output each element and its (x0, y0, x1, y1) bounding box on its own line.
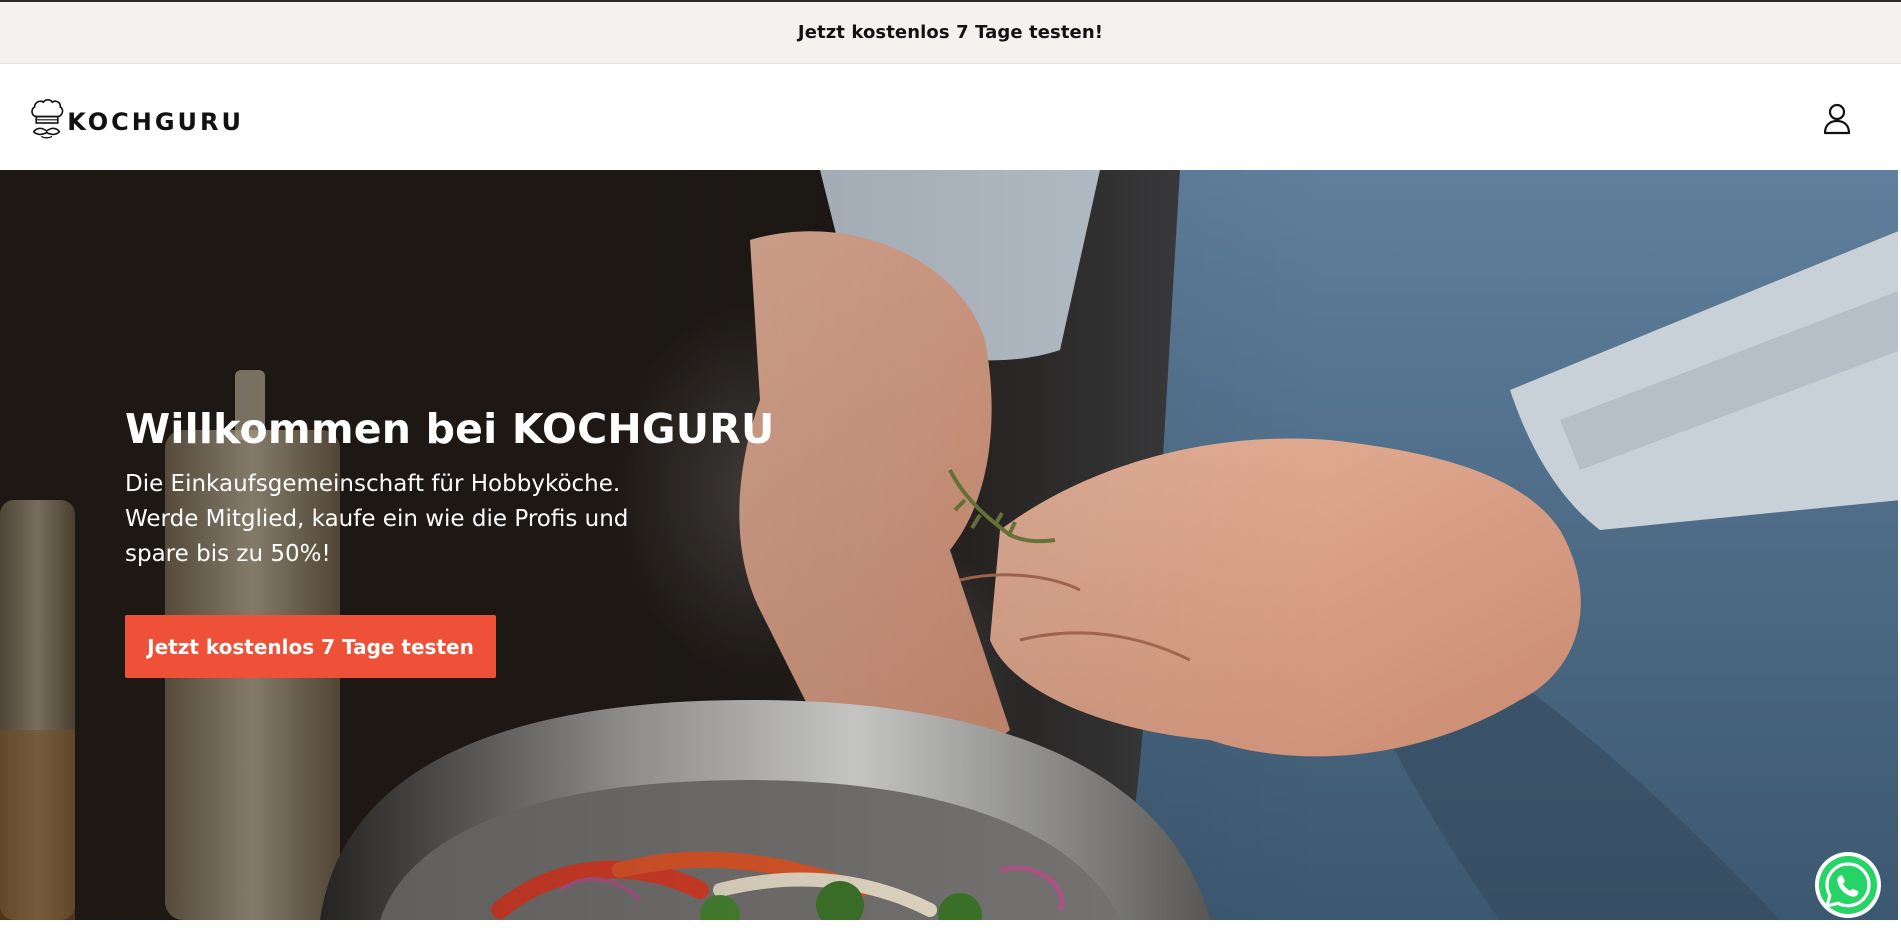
hero-title: Willkommen bei KOCHGURU (125, 405, 775, 453)
chef-hat-logo-icon (31, 98, 64, 139)
hero-subtitle-line: Werde Mitglied, kaufe ein wie die Profis… (125, 506, 629, 533)
hero-subtitle-line: spare bis zu 50%! (125, 541, 331, 568)
announcement-text[interactable]: Jetzt kostenlos 7 Tage testen! (798, 22, 1103, 43)
hero-subtitle-line: Die Einkaufsgemeinschaft für Hobbyköche. (125, 471, 621, 498)
announcement-bar: Jetzt kostenlos 7 Tage testen! (0, 2, 1901, 64)
logo-text: KOCHGURU (67, 108, 244, 136)
account-button[interactable] (1818, 100, 1856, 138)
user-icon (1823, 103, 1851, 135)
site-header: KOCHGURU (0, 64, 1901, 170)
hero-banner: Willkommen bei KOCHGURU Die Einkaufsgeme… (0, 170, 1901, 920)
logo-link[interactable]: KOCHGURU (29, 92, 244, 146)
below-hero-strip (0, 920, 1901, 932)
hero-content: Willkommen bei KOCHGURU Die Einkaufsgeme… (125, 405, 775, 679)
hero-subtitle: Die Einkaufsgemeinschaft für Hobbyköche.… (125, 467, 765, 572)
free-trial-button[interactable]: Jetzt kostenlos 7 Tage testen (125, 615, 496, 679)
whatsapp-icon (1815, 852, 1881, 918)
page: Jetzt kostenlos 7 Tage testen! KOCHGURU (0, 0, 1901, 932)
whatsapp-chat-button[interactable] (1814, 851, 1882, 919)
